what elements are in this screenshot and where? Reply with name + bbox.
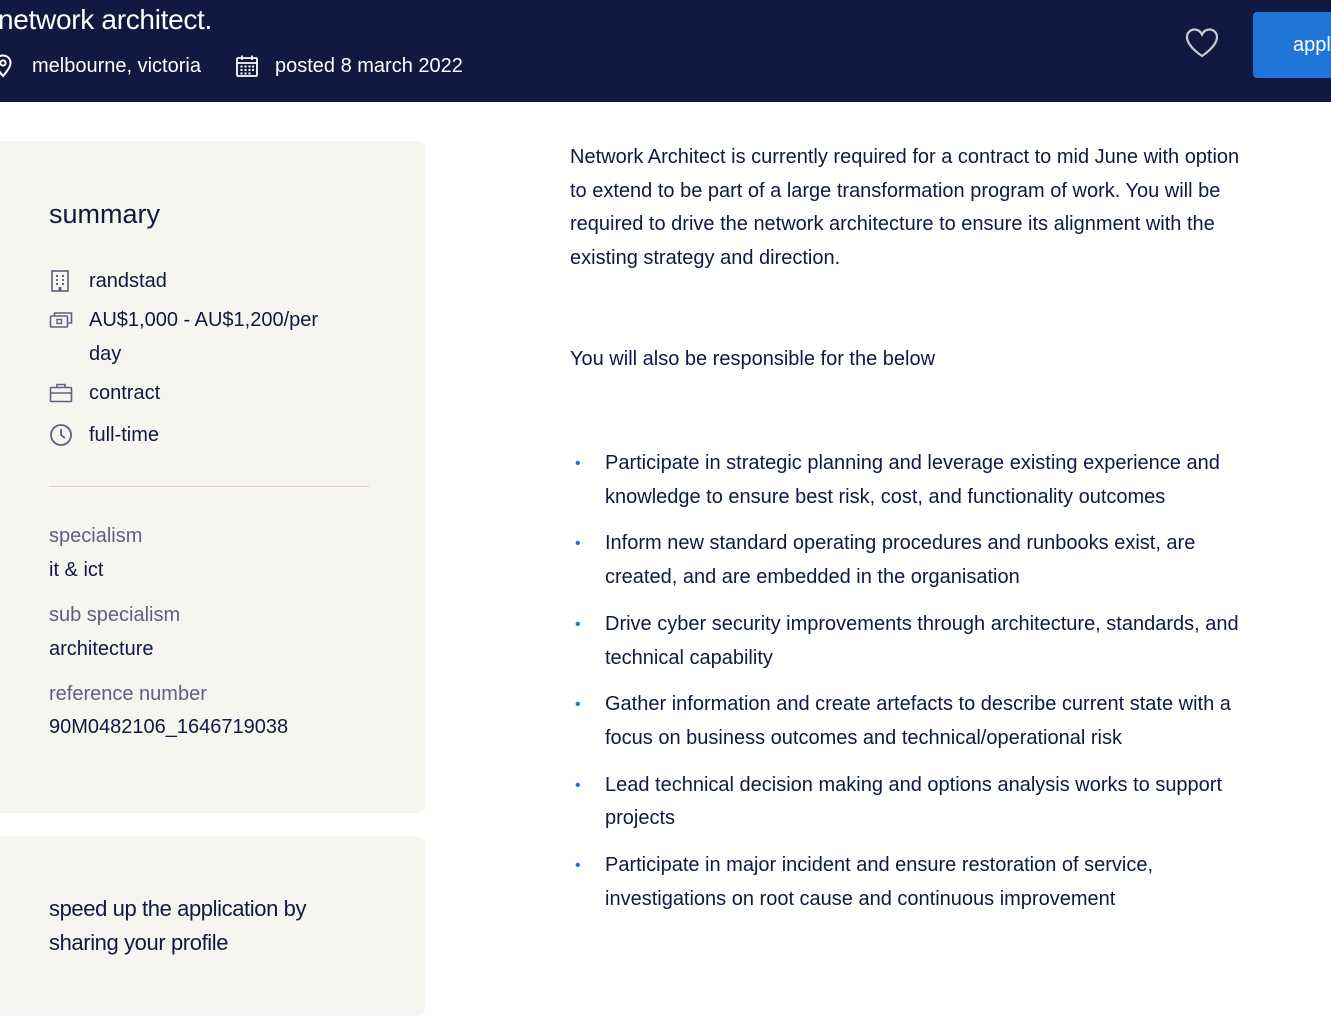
list-item: • Participate in strategic planning and l… <box>570 447 1260 514</box>
job-title: network architect. <box>0 4 213 35</box>
job-summary-card: summary randstad AU$1,000 - AU$1,200/per… <box>0 141 425 813</box>
list-item: • Lead technical decision making and opti… <box>570 769 1260 836</box>
list-item-text: Gather information and create artefacts … <box>605 693 1231 749</box>
specialism-value: it & ict <box>49 559 104 581</box>
list-item: • Participate in major incident and ensur… <box>570 849 1260 916</box>
job-location: melbourne, victoria <box>0 54 201 78</box>
reference-number-label: reference number <box>49 683 207 705</box>
bullet-icon: • <box>575 615 581 633</box>
share-profile-card: speed up the application by sharing your… <box>0 836 425 1016</box>
briefcase-icon <box>49 376 89 410</box>
job-type-text: contract <box>89 382 161 404</box>
bullet-icon: • <box>575 455 581 472</box>
list-item-text: Lead technical decision making and optio… <box>605 773 1223 830</box>
bullet-icon: • <box>575 857 581 875</box>
share-profile-text: speed up the application by sharing your… <box>49 896 307 955</box>
clock-icon <box>49 418 89 452</box>
summary-company: randstad <box>49 264 349 298</box>
summary-title: summary <box>49 199 161 229</box>
save-job-button[interactable] <box>1183 27 1221 64</box>
heart-icon <box>1184 27 1220 64</box>
list-item: • Gather information and create artefacts… <box>570 688 1260 755</box>
summary-job-type: contract <box>49 376 349 410</box>
reference-number-value: 90M0482106_1646719038 <box>49 716 289 738</box>
job-posted-text: posted 8 march 2022 <box>274 54 463 77</box>
apply-button-label: apply <box>1293 33 1331 56</box>
bullet-icon: • <box>575 776 581 794</box>
salary-text: AU$1,000 - AU$1,200/per day <box>89 309 319 365</box>
specialism-label: specialism <box>49 525 143 547</box>
company-name: randstad <box>89 270 167 292</box>
list-item-text: Participate in strategic planning and le… <box>605 452 1220 508</box>
responsibilities-lead: You will also be responsible for the bel… <box>570 348 936 370</box>
list-item: • Inform new standard operating procedure… <box>570 527 1260 594</box>
location-pin-icon <box>0 54 12 78</box>
list-item-text: Inform new standard operating procedures… <box>605 532 1196 589</box>
summary-salary: AU$1,000 - AU$1,200/per day <box>49 303 349 371</box>
bullet-icon: • <box>575 696 581 714</box>
money-icon <box>49 303 89 337</box>
job-meta: melbourne, victoria posted 8 march 2022 <box>0 52 463 80</box>
responsibilities-list: • Participate in strategic planning and l… <box>570 447 1260 929</box>
list-item-text: Drive cyber security improvements throug… <box>605 612 1239 669</box>
summary-divider <box>49 486 369 487</box>
sub-specialism-value: architecture <box>49 638 154 660</box>
calendar-icon <box>235 54 259 78</box>
bullet-icon: • <box>575 535 581 553</box>
summary-hours: full-time <box>49 418 349 452</box>
hours-text: full-time <box>89 424 160 446</box>
job-description-intro: Network Architect is currently required … <box>570 146 1240 270</box>
list-item: • Drive cyber security improvements throu… <box>570 608 1260 675</box>
sub-specialism-label: sub specialism <box>49 604 181 626</box>
job-header: network architect. melbourne, victoria p… <box>0 0 1331 102</box>
building-icon <box>49 264 89 298</box>
apply-button[interactable]: apply <box>1253 12 1331 78</box>
job-location-text: melbourne, victoria <box>32 54 201 77</box>
job-posted: posted 8 march 2022 <box>201 54 463 78</box>
list-item-text: Participate in major incident and ensure… <box>605 854 1154 910</box>
